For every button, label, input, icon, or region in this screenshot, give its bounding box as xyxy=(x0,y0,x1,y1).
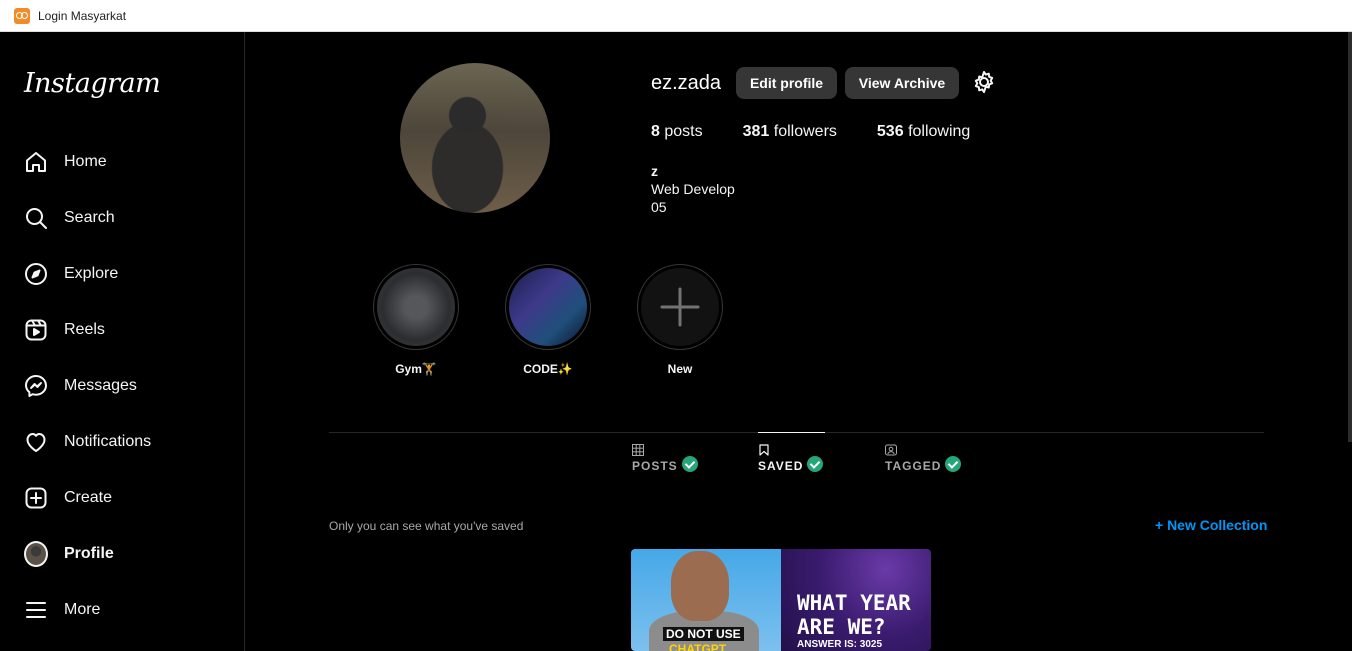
highlight-new[interactable]: New xyxy=(637,264,723,376)
sidebar-item-label: Messages xyxy=(64,377,137,394)
sidebar-item-home[interactable]: Home xyxy=(0,134,244,190)
grid-icon xyxy=(632,444,644,456)
sidebar-item-label: Create xyxy=(64,489,113,506)
sidebar-item-notifications[interactable]: Notifications xyxy=(0,414,244,470)
thumbnail-title: ARE WE? xyxy=(797,615,886,639)
tag-user-icon xyxy=(885,444,897,456)
search-icon xyxy=(24,206,48,230)
bio-name: z xyxy=(651,163,658,179)
sidebar-item-messages[interactable]: Messages xyxy=(0,358,244,414)
highlight-gym[interactable]: Gym🏋 xyxy=(373,264,459,376)
sidebar-item-label: Explore xyxy=(64,265,119,282)
thumbnail-caption: ANSWER IS: 3025 xyxy=(797,639,883,650)
reels-icon xyxy=(24,318,48,342)
tab-tagged[interactable]: TAGGED xyxy=(885,444,962,475)
sidebar-item-label: Home xyxy=(64,153,107,170)
sidebar-item-create[interactable]: Create xyxy=(0,470,244,526)
highlight-label: Gym🏋 xyxy=(395,362,437,376)
posts-count[interactable]: 8 posts xyxy=(651,123,703,141)
plus-icon xyxy=(641,268,719,346)
saved-thumbnail: WHAT YEAR ARE WE? ANSWER IS: 3025 xyxy=(781,549,931,651)
instagram-logo[interactable]: Instagram xyxy=(24,68,161,99)
story-highlights: Gym🏋 CODE✨ New xyxy=(373,264,769,376)
tab-posts[interactable]: POSTS xyxy=(632,444,698,475)
sidebar-item-profile[interactable]: Profile xyxy=(0,526,244,582)
sidebar-item-label: More xyxy=(64,601,101,618)
highlight-cover xyxy=(509,268,587,346)
highlight-code[interactable]: CODE✨ xyxy=(505,264,591,376)
window-title: Login Masyarkat xyxy=(38,8,127,23)
thumbnail-title: WHAT YEAR xyxy=(797,591,911,615)
edit-profile-button[interactable]: Edit profile xyxy=(736,67,837,99)
sidebar-item-search[interactable]: Search xyxy=(0,190,244,246)
thumbnail-caption: DO NOT USE xyxy=(663,627,744,641)
avatar xyxy=(24,541,48,567)
tab-label: TAGGED xyxy=(885,459,942,473)
sidebar-item-label: Profile xyxy=(64,545,114,562)
saved-thumbnail: DO NOT USE CHATGPT xyxy=(631,549,781,651)
thumbnail-caption: CHATGPT xyxy=(669,642,727,651)
sidebar-item-reels[interactable]: Reels xyxy=(0,302,244,358)
sidebar-nav: Home Search Explore Reels Messages Notif… xyxy=(0,134,244,638)
home-icon xyxy=(24,150,48,174)
compass-icon xyxy=(24,262,48,286)
active-tab-indicator xyxy=(758,432,825,433)
messenger-icon xyxy=(24,374,48,398)
window-titlebar: Login Masyarkat xyxy=(0,0,1352,32)
sidebar: Instagram Home Search Explore Reels Mess… xyxy=(0,32,245,651)
check-badge-icon xyxy=(945,456,962,472)
sidebar-item-explore[interactable]: Explore xyxy=(0,246,244,302)
bookmark-icon xyxy=(759,444,769,456)
saved-collection-card[interactable]: DO NOT USE CHATGPT WHAT YEAR ARE WE? ANSW… xyxy=(631,549,931,651)
following-count[interactable]: 536 following xyxy=(877,123,970,141)
tab-label: POSTS xyxy=(632,459,678,473)
saved-privacy-note: Only you can see what you've saved xyxy=(329,519,524,533)
new-collection-link[interactable]: + New Collection xyxy=(1155,517,1267,533)
view-archive-button[interactable]: View Archive xyxy=(845,67,959,99)
sidebar-item-label: Reels xyxy=(64,321,105,338)
check-badge-icon xyxy=(807,456,824,472)
profile-main: ez.zada Edit profile View Archive 8 post… xyxy=(245,32,1352,651)
heart-icon xyxy=(24,430,48,454)
menu-icon xyxy=(24,598,48,622)
gear-icon[interactable] xyxy=(972,70,996,94)
app-icon xyxy=(14,7,30,24)
plus-square-icon xyxy=(24,486,48,510)
profile-picture[interactable] xyxy=(400,63,550,213)
followers-count[interactable]: 381 followers xyxy=(743,123,837,141)
profile-username: ez.zada xyxy=(651,72,722,94)
tab-label: SAVED xyxy=(758,459,804,473)
highlight-cover xyxy=(377,268,455,346)
sidebar-item-label: Notifications xyxy=(64,433,152,450)
sidebar-item-more[interactable]: More xyxy=(0,582,244,638)
highlight-label: CODE✨ xyxy=(523,362,573,376)
highlight-label: New xyxy=(667,362,693,376)
scrollbar[interactable] xyxy=(1348,32,1352,442)
tab-saved[interactable]: SAVED xyxy=(758,444,824,475)
sidebar-item-label: Search xyxy=(64,209,115,226)
bio-line: 05 xyxy=(651,199,667,215)
check-badge-icon xyxy=(681,456,698,472)
profile-bio: z Web Develop 05 xyxy=(651,162,735,216)
bio-line: Web Develop xyxy=(651,181,735,197)
profile-stats: 8 posts 381 followers 536 following xyxy=(651,123,1010,141)
